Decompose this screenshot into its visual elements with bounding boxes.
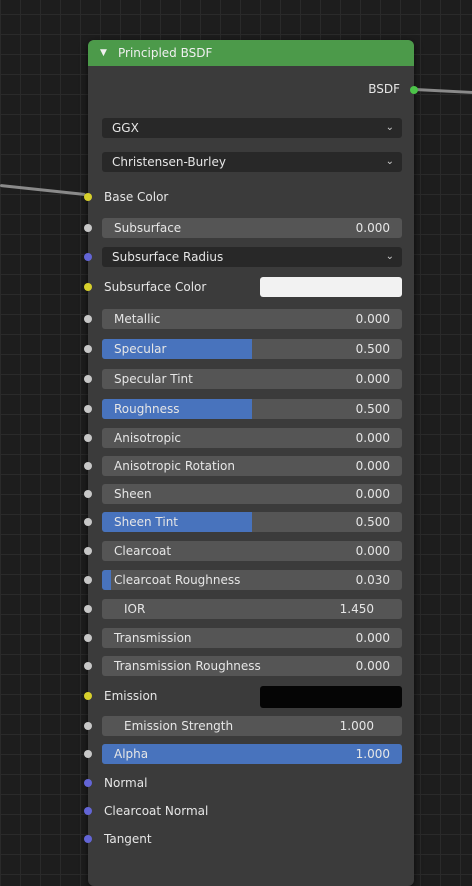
metallic-value: 0.000 bbox=[355, 312, 390, 326]
base-color-socket[interactable] bbox=[84, 193, 92, 201]
transmission-slider[interactable]: Transmission 0.000 bbox=[102, 628, 402, 648]
bsdf-output-label: BSDF bbox=[368, 82, 400, 96]
clearcoat-normal-socket[interactable] bbox=[84, 807, 92, 815]
specular-value: 0.500 bbox=[355, 342, 390, 356]
clearcoat-value: 0.000 bbox=[355, 544, 390, 558]
specular-tint-slider[interactable]: Specular Tint 0.000 bbox=[102, 369, 402, 389]
metallic-slider[interactable]: Metallic 0.000 bbox=[102, 309, 402, 329]
anisotropic-value: 0.000 bbox=[355, 431, 390, 445]
chevron-down-icon: ⌄ bbox=[385, 122, 394, 133]
anisotropic-label: Anisotropic bbox=[114, 431, 182, 445]
subsurface-label: Subsurface bbox=[114, 221, 182, 235]
sheen-label: Sheen bbox=[114, 487, 152, 501]
tangent-socket[interactable] bbox=[84, 835, 92, 843]
roughness-slider[interactable]: Roughness 0.500 bbox=[102, 399, 402, 419]
anisotropic-rotation-value: 0.000 bbox=[355, 459, 390, 473]
subsurface-method-dropdown[interactable]: Christensen-Burley ⌄ bbox=[102, 152, 402, 172]
specular-tint-label: Specular Tint bbox=[114, 372, 193, 386]
anisotropic-rotation-socket[interactable] bbox=[84, 462, 92, 470]
normal-socket[interactable] bbox=[84, 779, 92, 787]
node-header[interactable]: ▼ Principled BSDF bbox=[88, 40, 414, 66]
subsurface-slider[interactable]: Subsurface 0.000 bbox=[102, 218, 402, 238]
clearcoat-roughness-label: Clearcoat Roughness bbox=[114, 573, 241, 587]
emission-strength-label: Emission Strength bbox=[124, 719, 234, 733]
subsurface-radius-dropdown[interactable]: Subsurface Radius ⌄ bbox=[102, 247, 402, 267]
anisotropic-slider[interactable]: Anisotropic 0.000 bbox=[102, 428, 402, 448]
clearcoat-roughness-slider[interactable]: Clearcoat Roughness 0.030 bbox=[102, 570, 402, 590]
alpha-value: 1.000 bbox=[355, 747, 390, 761]
ior-value: 1.450 bbox=[339, 602, 374, 616]
roughness-label: Roughness bbox=[114, 402, 180, 416]
alpha-slider[interactable]: Alpha 1.000 bbox=[102, 744, 402, 764]
clearcoat-normal-label: Clearcoat Normal bbox=[104, 804, 209, 818]
ior-field[interactable]: IOR 1.450 bbox=[102, 599, 402, 619]
specular-socket[interactable] bbox=[84, 345, 92, 353]
clearcoat-slider[interactable]: Clearcoat 0.000 bbox=[102, 541, 402, 561]
distribution-value: GGX bbox=[112, 121, 139, 135]
distribution-dropdown[interactable]: GGX ⌄ bbox=[102, 118, 402, 138]
subsurface-color-swatch[interactable] bbox=[260, 277, 402, 297]
emission-label: Emission bbox=[104, 689, 158, 703]
ior-socket[interactable] bbox=[84, 605, 92, 613]
sheen-slider[interactable]: Sheen 0.000 bbox=[102, 484, 402, 504]
subsurface-socket[interactable] bbox=[84, 224, 92, 232]
emission-socket[interactable] bbox=[84, 692, 92, 700]
emission-color-swatch[interactable] bbox=[260, 686, 402, 708]
roughness-socket[interactable] bbox=[84, 405, 92, 413]
alpha-socket[interactable] bbox=[84, 750, 92, 758]
transmission-roughness-value: 0.000 bbox=[355, 659, 390, 673]
roughness-value: 0.500 bbox=[355, 402, 390, 416]
specular-tint-socket[interactable] bbox=[84, 375, 92, 383]
principled-bsdf-node[interactable]: ▼ Principled BSDF BSDF GGX ⌄ Christensen… bbox=[84, 40, 418, 886]
emission-strength-field[interactable]: Emission Strength 1.000 bbox=[102, 716, 402, 736]
sheen-tint-socket[interactable] bbox=[84, 518, 92, 526]
sheen-tint-label: Sheen Tint bbox=[114, 515, 179, 529]
chevron-down-icon: ⌄ bbox=[385, 156, 394, 167]
transmission-value: 0.000 bbox=[355, 631, 390, 645]
transmission-socket[interactable] bbox=[84, 634, 92, 642]
output-link-edge[interactable] bbox=[415, 88, 472, 95]
transmission-roughness-socket[interactable] bbox=[84, 662, 92, 670]
emission-strength-socket[interactable] bbox=[84, 722, 92, 730]
normal-label: Normal bbox=[104, 776, 148, 790]
ior-label: IOR bbox=[124, 602, 146, 616]
clearcoat-roughness-slider-fill bbox=[102, 570, 111, 590]
transmission-roughness-label: Transmission Roughness bbox=[114, 659, 261, 673]
node-title: Principled BSDF bbox=[118, 46, 213, 60]
anisotropic-rotation-slider[interactable]: Anisotropic Rotation 0.000 bbox=[102, 456, 402, 476]
sheen-tint-value: 0.500 bbox=[355, 515, 390, 529]
subsurface-method-value: Christensen-Burley bbox=[112, 155, 226, 169]
tangent-label: Tangent bbox=[104, 832, 152, 846]
metallic-socket[interactable] bbox=[84, 315, 92, 323]
subsurface-color-label: Subsurface Color bbox=[104, 280, 207, 294]
clearcoat-roughness-value: 0.030 bbox=[355, 573, 390, 587]
subsurface-value: 0.000 bbox=[355, 221, 390, 235]
collapse-triangle-icon[interactable]: ▼ bbox=[100, 40, 107, 66]
transmission-roughness-slider[interactable]: Transmission Roughness 0.000 bbox=[102, 656, 402, 676]
base-color-label: Base Color bbox=[104, 190, 169, 204]
chevron-down-icon: ⌄ bbox=[385, 251, 394, 262]
metallic-label: Metallic bbox=[114, 312, 161, 326]
subsurface-radius-socket[interactable] bbox=[84, 253, 92, 261]
anisotropic-socket[interactable] bbox=[84, 434, 92, 442]
input-link-edge[interactable] bbox=[0, 184, 86, 196]
anisotropic-rotation-label: Anisotropic Rotation bbox=[114, 459, 236, 473]
emission-strength-value: 1.000 bbox=[339, 719, 374, 733]
specular-label: Specular bbox=[114, 342, 167, 356]
specular-tint-value: 0.000 bbox=[355, 372, 390, 386]
bsdf-output-socket[interactable] bbox=[410, 86, 418, 94]
sheen-value: 0.000 bbox=[355, 487, 390, 501]
subsurface-radius-label: Subsurface Radius bbox=[112, 250, 224, 264]
sheen-socket[interactable] bbox=[84, 490, 92, 498]
transmission-label: Transmission bbox=[114, 631, 192, 645]
subsurface-color-socket[interactable] bbox=[84, 283, 92, 291]
clearcoat-label: Clearcoat bbox=[114, 544, 172, 558]
clearcoat-roughness-socket[interactable] bbox=[84, 576, 92, 584]
specular-slider[interactable]: Specular 0.500 bbox=[102, 339, 402, 359]
sheen-tint-slider[interactable]: Sheen Tint 0.500 bbox=[102, 512, 402, 532]
alpha-label: Alpha bbox=[114, 747, 149, 761]
clearcoat-socket[interactable] bbox=[84, 547, 92, 555]
